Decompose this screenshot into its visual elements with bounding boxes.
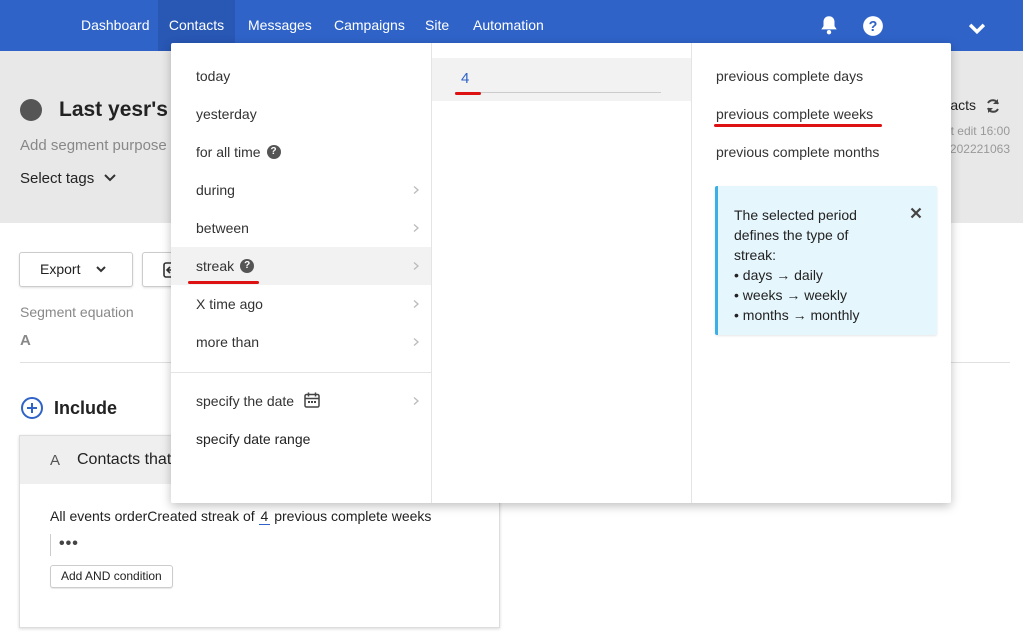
period-column: previous complete days previous complete… bbox=[692, 43, 951, 503]
condition-suffix: previous complete weeks bbox=[270, 508, 432, 524]
svg-text:?: ? bbox=[869, 19, 878, 35]
option-label: between bbox=[196, 220, 249, 236]
segment-id-label: 202221063 bbox=[949, 142, 1010, 156]
period-days[interactable]: previous complete days bbox=[716, 68, 863, 84]
option-label: X time ago bbox=[196, 296, 263, 312]
chevron-right-icon bbox=[413, 338, 419, 346]
condition-bar bbox=[50, 534, 51, 556]
option-label: for all time bbox=[196, 144, 261, 160]
more-options-icon[interactable]: ••• bbox=[59, 535, 79, 553]
help-icon[interactable]: ? bbox=[862, 15, 884, 37]
chevron-right-icon bbox=[413, 262, 419, 270]
select-tags-dropdown[interactable]: Select tags bbox=[20, 170, 117, 187]
date-options-column: today yesterday for all time? during bet… bbox=[171, 43, 432, 503]
option-specify-date[interactable]: specify the date bbox=[171, 382, 431, 420]
option-label: streak bbox=[196, 258, 235, 274]
option-during[interactable]: during bbox=[171, 171, 431, 209]
condition-summary[interactable]: All events orderCreated streak of 4 prev… bbox=[50, 508, 432, 525]
option-more-than[interactable]: more than bbox=[171, 323, 431, 361]
question-icon[interactable]: ? bbox=[266, 145, 281, 160]
number-column: 4 bbox=[432, 43, 692, 503]
info-line: • weeks → weekly bbox=[734, 287, 848, 303]
option-x-time-ago[interactable]: X time ago bbox=[171, 285, 431, 323]
option-today[interactable]: today bbox=[171, 57, 431, 95]
date-period-popup: today yesterday for all time? during bet… bbox=[171, 43, 951, 503]
include-heading: Include bbox=[54, 398, 118, 418]
segment-purpose-field[interactable]: Add segment purpose bbox=[20, 137, 167, 154]
info-line: The selected period bbox=[734, 207, 857, 223]
export-button[interactable]: Export bbox=[19, 252, 133, 287]
export-label: Export bbox=[40, 261, 81, 277]
refresh-icon[interactable] bbox=[985, 98, 1001, 114]
chevron-right-icon bbox=[413, 300, 419, 308]
period-weeks[interactable]: previous complete weeks bbox=[716, 106, 873, 122]
annotation-underline-number bbox=[455, 92, 481, 95]
close-icon[interactable] bbox=[910, 207, 922, 219]
select-tags-label: Select tags bbox=[20, 170, 95, 187]
chevron-down-icon bbox=[104, 174, 117, 182]
condition-letter: A bbox=[50, 452, 61, 469]
option-label: during bbox=[196, 182, 235, 198]
chevron-right-icon bbox=[413, 186, 419, 194]
streak-info-box: The selected period defines the type of … bbox=[715, 186, 937, 335]
plus-icon bbox=[27, 403, 37, 413]
option-specify-date-range[interactable]: specify date range bbox=[171, 420, 431, 458]
chevron-right-icon bbox=[413, 224, 419, 232]
segment-equation-value: A bbox=[20, 332, 31, 349]
input-underline bbox=[455, 92, 661, 93]
chevron-down-icon[interactable] bbox=[966, 18, 988, 40]
option-yesterday[interactable]: yesterday bbox=[171, 95, 431, 133]
include-plus-icon[interactable] bbox=[21, 397, 43, 419]
calendar-icon bbox=[304, 392, 320, 409]
bell-icon[interactable] bbox=[818, 14, 840, 36]
option-streak[interactable]: streak? bbox=[171, 247, 431, 285]
info-line: streak: bbox=[734, 247, 777, 263]
segment-title[interactable]: Last yesr's b bbox=[59, 98, 187, 122]
option-between[interactable]: between bbox=[171, 209, 431, 247]
question-icon[interactable]: ? bbox=[240, 259, 255, 274]
annotation-underline-streak bbox=[188, 281, 259, 284]
streak-number-input[interactable]: 4 bbox=[461, 70, 469, 87]
info-line: • months → monthly bbox=[734, 307, 860, 323]
segment-equation-label: Segment equation bbox=[20, 304, 134, 320]
nav-dashboard[interactable]: Dashboard bbox=[81, 0, 150, 51]
option-label: specify date range bbox=[196, 431, 311, 447]
contacts-count-label: acts bbox=[950, 97, 976, 113]
option-for-all-time[interactable]: for all time? bbox=[171, 133, 431, 171]
period-months[interactable]: previous complete months bbox=[716, 144, 879, 160]
chevron-down-icon bbox=[96, 266, 106, 273]
condition-number: 4 bbox=[258, 508, 271, 525]
option-label: today bbox=[196, 68, 231, 84]
annotation-underline-weeks bbox=[714, 124, 882, 127]
info-line: • days → daily bbox=[734, 267, 823, 283]
segment-icon bbox=[20, 99, 42, 121]
option-label: specify the date bbox=[196, 393, 295, 409]
condition-prefix: All events orderCreated streak of bbox=[50, 508, 259, 524]
info-line: defines the type of bbox=[734, 227, 849, 243]
chevron-right-icon bbox=[413, 397, 419, 405]
option-label: yesterday bbox=[196, 106, 257, 122]
last-edit-label: t edit 16:00 bbox=[950, 124, 1010, 138]
add-and-condition-button[interactable]: Add AND condition bbox=[50, 565, 173, 588]
divider bbox=[171, 372, 431, 373]
option-label: more than bbox=[196, 334, 260, 350]
condition-title: Contacts that bbox=[77, 451, 172, 468]
